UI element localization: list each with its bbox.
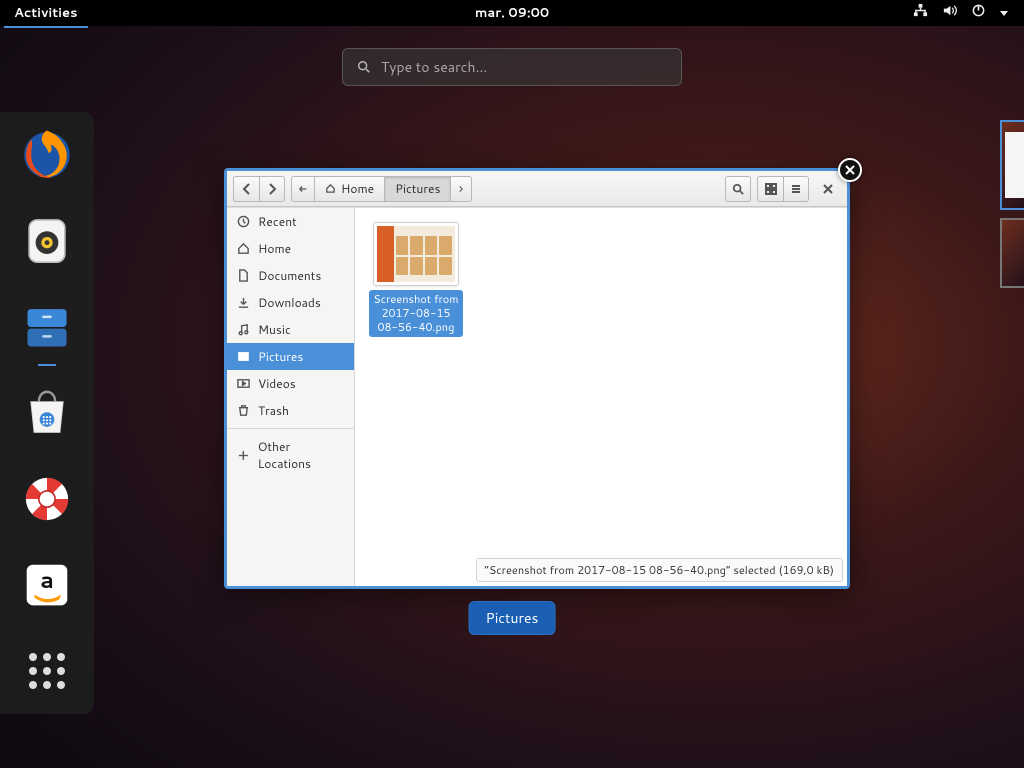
sidebar-label: Documents (258, 267, 321, 284)
window-close-badge[interactable] (838, 158, 862, 182)
chevron-down-icon[interactable] (1000, 11, 1008, 16)
file-item[interactable]: Screenshot from 2017-08-15 08-56-40.png (369, 222, 463, 337)
back-button[interactable] (233, 176, 259, 202)
app-amazon[interactable]: a (18, 556, 76, 614)
path-home-label: Home (341, 180, 374, 197)
files-content[interactable]: Screenshot from 2017-08-15 08-56-40.png … (355, 208, 847, 586)
forward-button[interactable] (259, 176, 285, 202)
search-button[interactable] (725, 176, 751, 202)
clock[interactable]: mar. 09:00 (475, 4, 549, 22)
workspace-switcher[interactable] (1000, 120, 1024, 288)
path-current-label: Pictures (395, 180, 440, 197)
sidebar-recent[interactable]: Recent (227, 208, 354, 235)
path-home-button[interactable]: Home (315, 176, 385, 202)
apps-grid-icon (29, 653, 65, 689)
close-icon (845, 165, 855, 175)
file-name: Screenshot from 2017-08-15 08-56-40.png (369, 290, 463, 337)
dash: a (0, 112, 94, 714)
workspace-thumb-1[interactable] (1000, 120, 1024, 210)
sidebar-label: Home (258, 240, 291, 257)
path-root-button[interactable] (291, 176, 315, 202)
sidebar-label: Downloads (258, 294, 321, 311)
activities-button[interactable]: Activities (0, 0, 92, 26)
app-files[interactable] (18, 298, 76, 356)
amazon-icon: a (22, 560, 72, 610)
nav-buttons (233, 176, 285, 202)
places-sidebar: Recent Home Documents Downloads Music Pi… (227, 208, 355, 586)
sidebar-label: Music (258, 321, 291, 338)
sidebar-other-locations[interactable]: Other Locations (227, 433, 354, 477)
overview-search[interactable] (342, 48, 682, 86)
view-list-button[interactable] (783, 176, 809, 202)
shopping-bag-icon (21, 387, 73, 439)
path-overflow-button[interactable] (451, 176, 472, 202)
app-software[interactable] (18, 384, 76, 442)
search-icon (357, 60, 371, 74)
window-title-pill: Pictures (469, 601, 556, 635)
files-icon (21, 301, 73, 353)
show-applications-button[interactable] (18, 642, 76, 700)
system-tray[interactable] (913, 3, 1024, 23)
app-firefox[interactable] (18, 126, 76, 184)
status-bar: “Screenshot from 2017-08-15 08-56-40.png… (476, 558, 843, 582)
sidebar-music[interactable]: Music (227, 316, 354, 343)
path-current-button[interactable]: Pictures (385, 176, 451, 202)
sidebar-trash[interactable]: Trash (227, 397, 354, 424)
lifebuoy-icon (21, 473, 73, 525)
sidebar-label: Trash (258, 402, 289, 419)
sidebar-home[interactable]: Home (227, 235, 354, 262)
power-icon[interactable] (971, 3, 986, 23)
app-help[interactable] (18, 470, 76, 528)
top-bar: Activities mar. 09:00 (0, 0, 1024, 26)
sidebar-label: Pictures (258, 348, 303, 365)
view-buttons (757, 176, 809, 202)
sidebar-documents[interactable]: Documents (227, 262, 354, 289)
file-thumbnail (373, 222, 459, 286)
files-headerbar: Home Pictures (227, 171, 847, 207)
window-close-button[interactable] (815, 179, 841, 199)
svg-text:a: a (40, 562, 54, 596)
files-body: Recent Home Documents Downloads Music Pi… (227, 207, 847, 586)
firefox-icon (19, 127, 75, 183)
app-rhythmbox[interactable] (18, 212, 76, 270)
search-input[interactable] (381, 57, 667, 77)
sidebar-pictures[interactable]: Pictures (227, 343, 354, 370)
network-icon[interactable] (913, 3, 928, 23)
sidebar-label: Other Locations (258, 438, 344, 472)
sidebar-label: Recent (258, 213, 297, 230)
files-window: Home Pictures Recent (224, 168, 850, 589)
workspace-thumb-2[interactable] (1000, 218, 1024, 288)
sidebar-label: Videos (258, 375, 296, 392)
sidebar-downloads[interactable]: Downloads (227, 289, 354, 316)
speaker-icon (21, 215, 73, 267)
volume-icon[interactable] (942, 3, 957, 23)
pathbar: Home Pictures (291, 176, 472, 202)
view-grid-button[interactable] (757, 176, 783, 202)
sidebar-videos[interactable]: Videos (227, 370, 354, 397)
